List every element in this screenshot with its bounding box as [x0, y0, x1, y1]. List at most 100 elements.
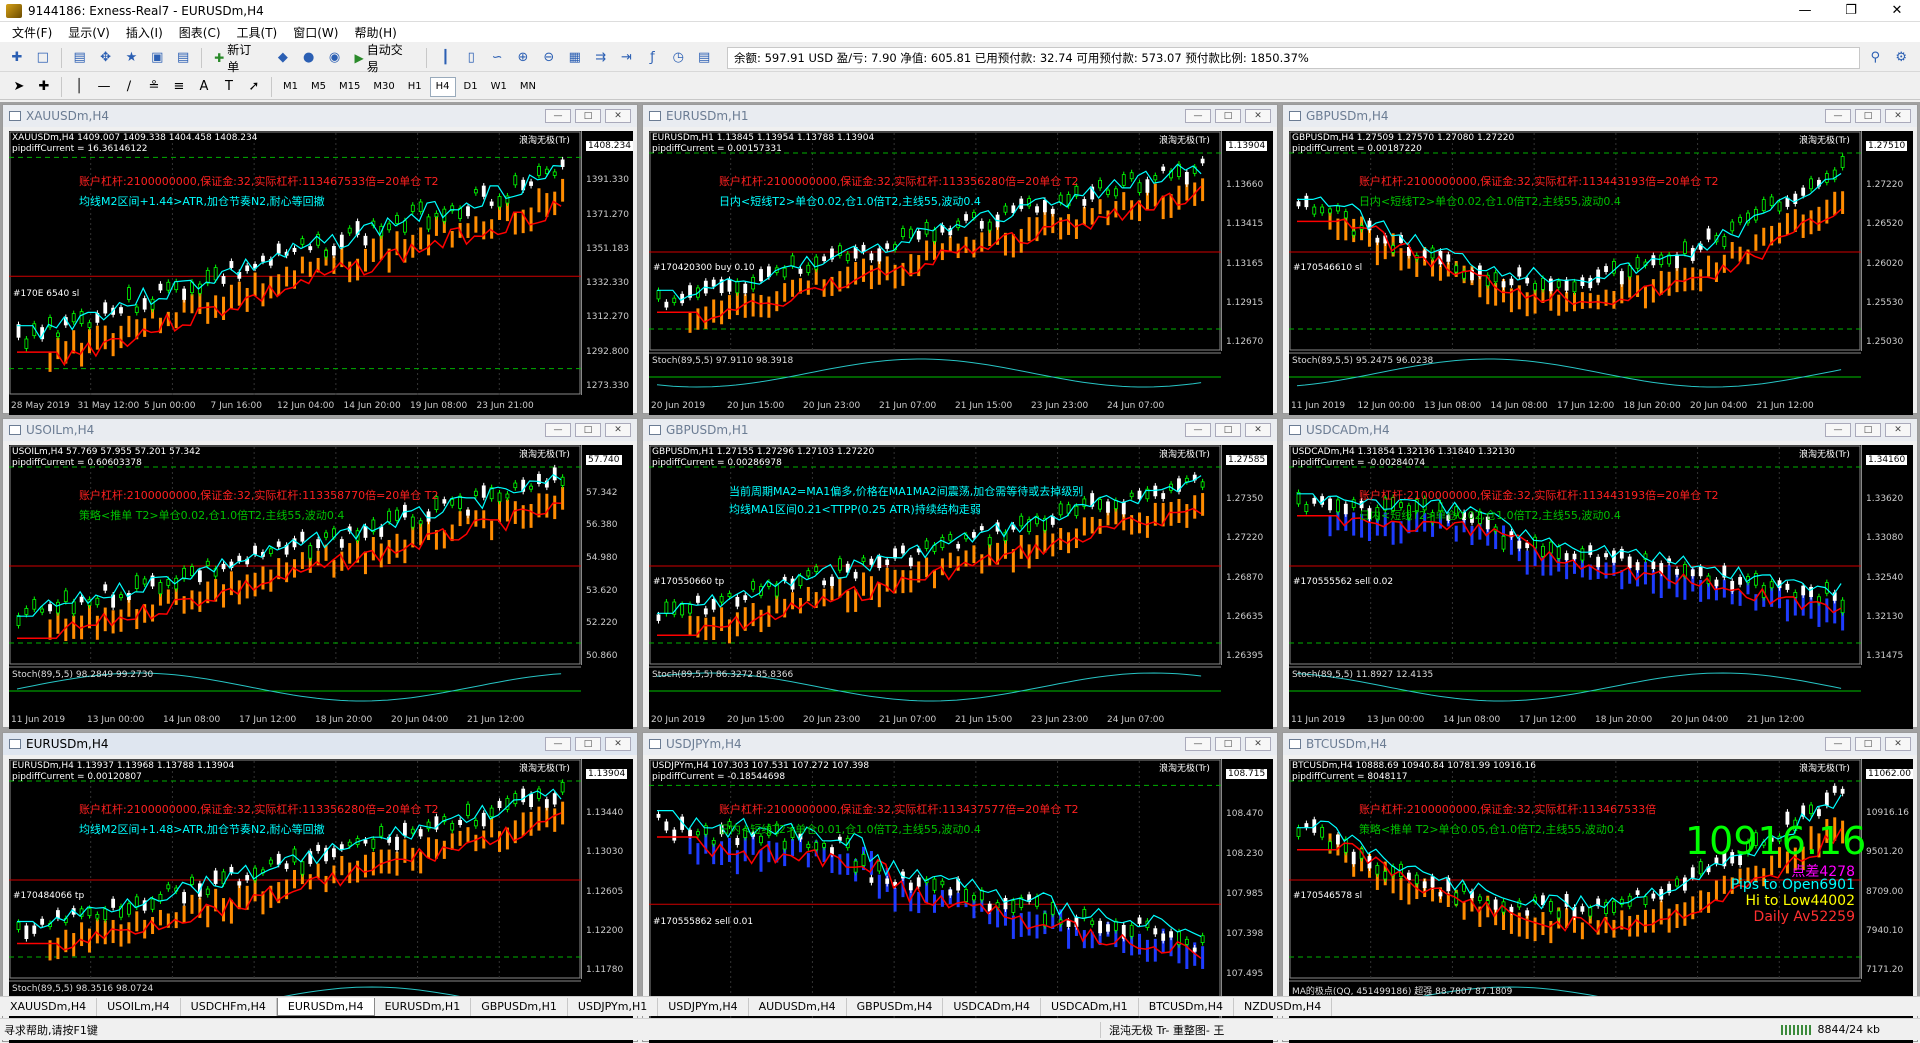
chart-tab[interactable]: USDCHFm,H4 — [181, 997, 277, 1016]
chart-maximize-icon[interactable]: □ — [1215, 737, 1241, 751]
price-chart[interactable]: 1.13904 1.13660 1.13415 1.13165 1.12915 1.126… — [649, 131, 1273, 415]
community-icon[interactable]: ◉ — [324, 47, 346, 69]
chart-window-header[interactable]: EURUSDm,H4 — □ ✕ — [3, 733, 637, 755]
crosshair-icon[interactable]: ✚ — [33, 76, 55, 98]
chart-tab[interactable]: AUDUSDm,H4 — [749, 997, 847, 1016]
autoscroll-icon[interactable]: ⇉ — [590, 47, 612, 69]
chart-window-header[interactable]: GBPUSDm,H1 — □ ✕ — [643, 419, 1277, 441]
chart-window-header[interactable]: XAUUSDm,H4 — □ ✕ — [3, 105, 637, 127]
chart-tab[interactable]: GBPUSDm,H4 — [847, 997, 944, 1016]
chart-tab[interactable]: BTCUSDm,H4 — [1139, 997, 1234, 1016]
vertical-line-icon[interactable]: │ — [68, 76, 90, 98]
chart-close-icon[interactable]: ✕ — [1885, 423, 1911, 437]
periods-icon[interactable]: ◷ — [667, 47, 689, 69]
price-chart[interactable]: 1.34160 1.33620 1.33080 1.32540 1.32130 1.314… — [1289, 445, 1913, 729]
text-icon[interactable]: A — [193, 76, 215, 98]
channel-icon[interactable]: ≗ — [143, 76, 165, 98]
metaeditor-icon[interactable]: ◆ — [272, 47, 294, 69]
chart-window[interactable]: EURUSDm,H1 — □ ✕ 1.13904 1.13660 1.13415 1.1316… — [642, 104, 1278, 415]
price-chart[interactable]: 57.740 57.342 56.380 54.980 53.620 52.220 50.8… — [9, 445, 633, 729]
chart-maximize-icon[interactable]: □ — [1855, 423, 1881, 437]
tf-w1[interactable]: W1 — [486, 77, 512, 97]
indicators-icon[interactable]: ƒ — [641, 47, 663, 69]
tester-icon[interactable]: ▤ — [172, 47, 194, 69]
chart-maximize-icon[interactable]: □ — [575, 109, 601, 123]
price-chart[interactable]: 1408.234 1391.330 1371.270 1351.183 1332.330… — [9, 131, 633, 415]
chart-minimize-icon[interactable]: — — [1825, 737, 1851, 751]
new-order-button[interactable]: ✚ 新订单 — [209, 43, 268, 74]
search-icon[interactable]: ⚲ — [1864, 47, 1886, 69]
chart-tab[interactable]: USDJPYm,H1 — [568, 997, 659, 1016]
cursor-icon[interactable]: ➤ — [8, 76, 30, 98]
chart-minimize-icon[interactable]: — — [1185, 737, 1211, 751]
chart-close-icon[interactable]: ✕ — [1245, 737, 1271, 751]
chart-tab[interactable]: EURUSDm,H1 — [375, 997, 472, 1016]
auto-trading-button[interactable]: ▶ 自动交易 — [350, 43, 420, 74]
chart-tab[interactable]: USOILm,H4 — [97, 997, 181, 1016]
new-chart-icon[interactable]: ✚ — [6, 47, 28, 69]
candlestick-icon[interactable]: ▯ — [460, 47, 482, 69]
market-watch-icon[interactable]: ▤ — [69, 47, 91, 69]
menu-help[interactable]: 帮助(H) — [346, 24, 404, 41]
chart-minimize-icon[interactable]: — — [1185, 423, 1211, 437]
templates-icon[interactable]: ▤ — [693, 47, 715, 69]
tf-d1[interactable]: D1 — [459, 77, 483, 97]
chart-close-icon[interactable]: ✕ — [1885, 109, 1911, 123]
chart-close-icon[interactable]: ✕ — [605, 423, 631, 437]
line-chart-icon[interactable]: ∽ — [486, 47, 508, 69]
minimize-icon[interactable]: — — [1782, 0, 1828, 22]
chart-window[interactable]: USOILm,H4 — □ ✕ 57.740 57.342 56.380 54.980 53.6… — [2, 418, 638, 729]
chart-window[interactable]: GBPUSDm,H4 — □ ✕ 1.27510 1.27220 1.26520 1.2602… — [1282, 104, 1918, 415]
price-chart[interactable]: 1.27510 1.27220 1.26520 1.26020 1.25530 1.250… — [1289, 131, 1913, 415]
chart-close-icon[interactable]: ✕ — [1885, 737, 1911, 751]
menu-charts[interactable]: 图表(C) — [171, 24, 229, 41]
zoom-out-icon[interactable]: ⊖ — [538, 47, 560, 69]
chart-window[interactable]: XAUUSDm,H4 — □ ✕ 1408.234 1391.330 1371.270 135… — [2, 104, 638, 415]
chart-tab[interactable]: USDCADm,H1 — [1041, 997, 1139, 1016]
terminal-icon[interactable]: ▣ — [146, 47, 168, 69]
fibonacci-icon[interactable]: ≡ — [168, 76, 190, 98]
menu-insert[interactable]: 插入(I) — [118, 24, 171, 41]
chart-window-header[interactable]: USDJPYm,H4 — □ ✕ — [643, 733, 1277, 755]
chart-close-icon[interactable]: ✕ — [1245, 423, 1271, 437]
menu-file[interactable]: 文件(F) — [4, 24, 60, 41]
chart-maximize-icon[interactable]: □ — [1855, 737, 1881, 751]
chart-maximize-icon[interactable]: □ — [575, 737, 601, 751]
chart-minimize-icon[interactable]: — — [545, 737, 571, 751]
settings-icon[interactable]: ⚙ — [1890, 47, 1912, 69]
chart-maximize-icon[interactable]: □ — [575, 423, 601, 437]
chart-window[interactable]: USDCADm,H4 — □ ✕ 1.34160 1.33620 1.33080 1.3254… — [1282, 418, 1918, 729]
tf-m15[interactable]: M15 — [334, 77, 365, 97]
chart-maximize-icon[interactable]: □ — [1215, 423, 1241, 437]
menu-tools[interactable]: 工具(T) — [229, 24, 286, 41]
chart-tab[interactable]: USDCADm,H4 — [943, 997, 1042, 1016]
tf-mn[interactable]: MN — [515, 77, 541, 97]
chart-minimize-icon[interactable]: — — [545, 423, 571, 437]
chart-window-header[interactable]: USOILm,H4 — □ ✕ — [3, 419, 637, 441]
text-label-icon[interactable]: T — [218, 76, 240, 98]
chart-close-icon[interactable]: ✕ — [1245, 109, 1271, 123]
horizontal-line-icon[interactable]: — — [93, 76, 115, 98]
data-window-icon[interactable]: ✥ — [95, 47, 117, 69]
chart-tab[interactable]: EURUSDm,H4 — [276, 997, 375, 1016]
chart-tab[interactable]: NZDUSDm,H4 — [1234, 997, 1333, 1016]
zoom-in-icon[interactable]: ⊕ — [512, 47, 534, 69]
chart-minimize-icon[interactable]: — — [545, 109, 571, 123]
tf-h1[interactable]: H1 — [403, 77, 427, 97]
trendline-icon[interactable]: ∕ — [118, 76, 140, 98]
menu-window[interactable]: 窗口(W) — [285, 24, 346, 41]
chart-minimize-icon[interactable]: — — [1825, 423, 1851, 437]
chart-close-icon[interactable]: ✕ — [605, 737, 631, 751]
bar-chart-icon[interactable]: ┃ — [434, 47, 456, 69]
price-chart[interactable]: 1.27585 1.27350 1.27220 1.26870 1.26635 1.263… — [649, 445, 1273, 729]
chart-window-header[interactable]: USDCADm,H4 — □ ✕ — [1283, 419, 1917, 441]
chart-window-header[interactable]: BTCUSDm,H4 — □ ✕ — [1283, 733, 1917, 755]
chart-close-icon[interactable]: ✕ — [605, 109, 631, 123]
tile-windows-icon[interactable]: ▦ — [564, 47, 586, 69]
profiles-icon[interactable]: □ — [32, 47, 54, 69]
chart-shift-icon[interactable]: ⇥ — [616, 47, 638, 69]
chart-window-header[interactable]: GBPUSDm,H4 — □ ✕ — [1283, 105, 1917, 127]
tf-m5[interactable]: M5 — [306, 77, 331, 97]
restore-icon[interactable]: ❐ — [1828, 0, 1874, 22]
signals-icon[interactable]: ● — [298, 47, 320, 69]
